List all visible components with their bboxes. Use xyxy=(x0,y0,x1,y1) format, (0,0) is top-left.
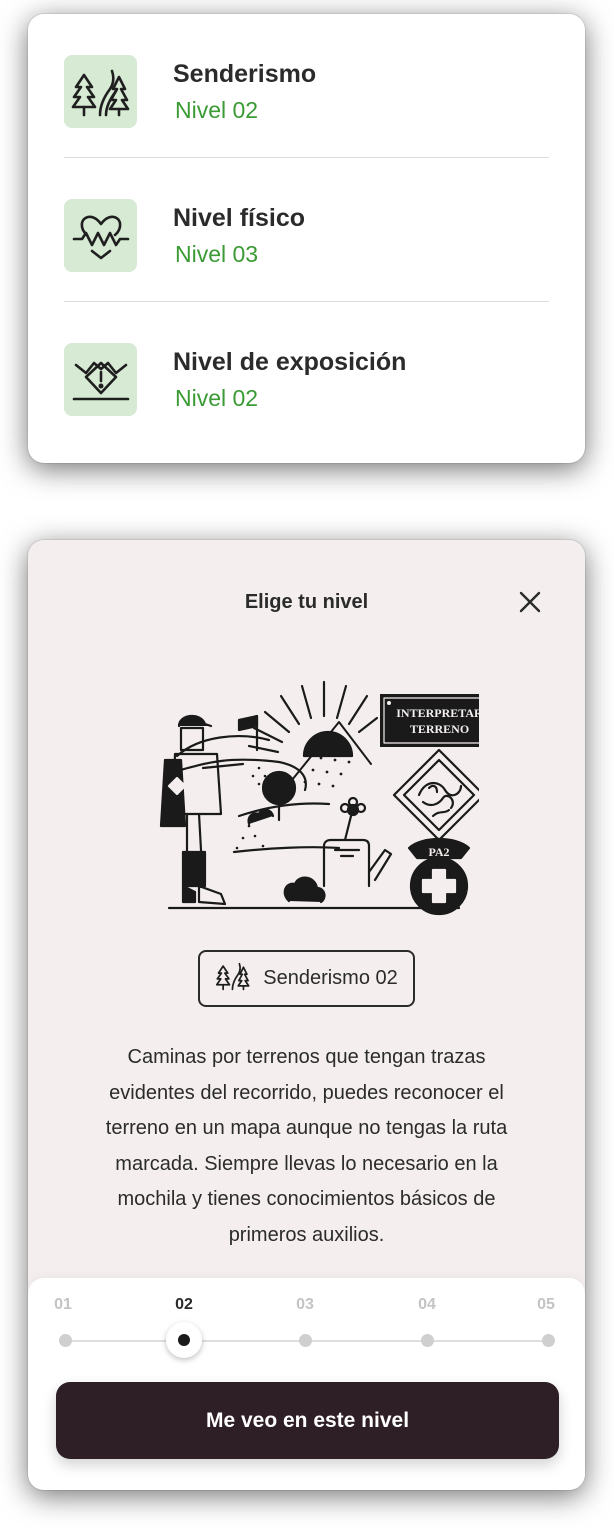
description-line: Caminas por terrenos que tengan trazas xyxy=(127,1046,486,1068)
level-value: Nivel 02 xyxy=(175,385,259,411)
step-label-05[interactable]: 05 xyxy=(526,1296,566,1314)
level-value: Nivel 02 xyxy=(175,97,259,123)
level-selector-panel: 01 02 03 04 05 Me veo en este nivel xyxy=(28,1278,585,1490)
hiking-trees-icon xyxy=(215,961,251,997)
level-item-nivel-fisico[interactable]: Nivel físico Nivel 03 xyxy=(64,158,549,302)
step-dot-03[interactable] xyxy=(299,1334,312,1347)
hiker-illustration: INTERPRETAR TERRENO PA2 xyxy=(139,676,499,930)
level-badge: Senderismo 02 xyxy=(198,950,415,1007)
description-line: mochila y tienes conocimientos básicos d… xyxy=(117,1188,496,1210)
levels-card: Senderismo Nivel 02 Nivel físico Nivel 0… xyxy=(28,14,585,463)
level-title: Nivel de exposición xyxy=(173,348,407,376)
level-slider-handle[interactable] xyxy=(166,1322,202,1358)
level-description: Caminas por terrenos que tengan trazas e… xyxy=(68,1040,545,1253)
heart-pulse-icon xyxy=(64,199,137,272)
close-icon[interactable] xyxy=(516,588,544,616)
step-label-03[interactable]: 03 xyxy=(285,1296,325,1314)
level-item-senderismo[interactable]: Senderismo Nivel 02 xyxy=(64,14,549,158)
step-dot-05[interactable] xyxy=(542,1334,555,1347)
confirm-level-button[interactable]: Me veo en este nivel xyxy=(56,1382,559,1459)
level-badge-label: Senderismo 02 xyxy=(263,967,398,989)
description-line: terreno en un mapa aunque no tengas la r… xyxy=(105,1117,508,1139)
sign-text-line1: INTERPRETAR xyxy=(396,706,479,720)
level-title: Senderismo xyxy=(173,60,317,88)
level-value: Nivel 03 xyxy=(175,241,259,267)
step-label-01[interactable]: 01 xyxy=(43,1296,83,1314)
description-line: evidentes del recorrido, puedes reconoce… xyxy=(109,1081,504,1104)
step-dot-01[interactable] xyxy=(59,1334,72,1347)
sign-text-line2: TERRENO xyxy=(410,722,469,736)
level-item-exposicion[interactable]: Nivel de exposición Nivel 02 xyxy=(64,302,549,446)
hiking-trees-icon xyxy=(64,55,137,128)
level-picker-modal: Elige tu nivel INTERPRETAR TERRENO PA2 S… xyxy=(28,540,585,1490)
description-line: marcada. Siempre llevas lo necesario en … xyxy=(115,1152,498,1175)
level-title: Nivel físico xyxy=(173,204,305,232)
exposure-warning-icon xyxy=(64,343,137,416)
slider-handle-dot xyxy=(178,1334,190,1346)
step-label-02[interactable]: 02 xyxy=(164,1296,204,1314)
description-line: primeros auxilios. xyxy=(228,1223,385,1246)
step-dot-04[interactable] xyxy=(421,1334,434,1347)
modal-title: Elige tu nivel xyxy=(244,591,369,613)
step-label-04[interactable]: 04 xyxy=(407,1296,447,1314)
